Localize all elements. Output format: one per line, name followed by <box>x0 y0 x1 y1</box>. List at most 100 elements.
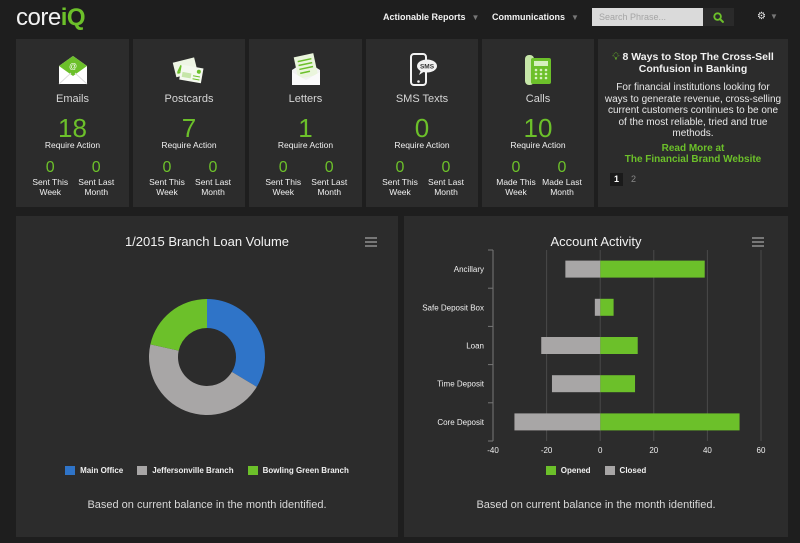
sent-last-month: 0 Sent Last Month <box>68 159 125 197</box>
card-letters[interactable]: Letters 1 Require Action 0 Sent This Week… <box>249 39 362 207</box>
sub-value: 0 <box>208 159 218 176</box>
legend-swatch <box>137 466 148 475</box>
sub-label: Sent Last Month <box>311 177 348 197</box>
telephone-icon <box>525 55 551 85</box>
bar-opened-core-deposit[interactable] <box>600 413 740 431</box>
legend-label: Main Office <box>80 466 124 475</box>
legend-jeffersonville-branch[interactable]: Jeffersonville Branch <box>137 466 234 475</box>
postcards-icon <box>172 57 204 84</box>
sub-value: 0 <box>557 159 567 176</box>
logo-core-text: core <box>16 4 61 31</box>
article-title-text: 8 Ways to Stop The Cross-Sell Confusion … <box>622 51 774 75</box>
y-category-label: Safe Deposit Box <box>422 303 484 312</box>
gear-icon: ⚙ <box>757 11 766 22</box>
chart-footnote: Based on current balance in the month id… <box>476 499 716 511</box>
chart-footnote: Based on current balance in the month id… <box>87 499 327 511</box>
read-more-link[interactable]: Read More at The Financial Brand Website <box>604 143 782 165</box>
legend-swatch <box>604 466 615 475</box>
page-1-button[interactable]: 1 <box>610 173 623 186</box>
page-2-button[interactable]: 2 <box>627 173 640 186</box>
top-bar: coreiQ Actionable Reports ▼ Communication… <box>0 0 800 36</box>
legend-label: Bowling Green Branch <box>262 466 349 475</box>
donut-slice-main-office[interactable] <box>207 299 265 387</box>
legend-closed[interactable]: Closed <box>604 466 647 475</box>
card-emails[interactable]: @ Emails 18 Require Action 0 Sent This We… <box>16 39 129 207</box>
legend-main-office[interactable]: Main Office <box>65 466 123 475</box>
caret-down-icon: ▼ <box>769 12 778 21</box>
sub-label: Sent Last Month <box>428 177 464 197</box>
card-label: Emails <box>55 93 89 105</box>
nav-communications[interactable]: Communications ▼ <box>492 12 579 22</box>
made-last-month: 0 Made Last Month <box>534 159 590 197</box>
search-button[interactable] <box>703 8 734 26</box>
x-tick-label: 20 <box>649 446 658 455</box>
bar-opened-time-deposit[interactable] <box>600 375 636 393</box>
read-more-line1: Read More at <box>661 143 725 154</box>
account-activity-panel: Account Activity -40 -20 0 20 40 60 Ancillary S… <box>404 216 788 537</box>
settings-menu[interactable]: ⚙ ▼ <box>757 11 778 22</box>
bar-opened-ancillary[interactable] <box>600 260 705 278</box>
svg-text:SMS: SMS <box>420 64 435 71</box>
nav-label: Actionable Reports <box>383 12 466 22</box>
require-action-label: Require Action <box>394 140 450 150</box>
article-card: 💡︎ 8 Ways to Stop The Cross-Sell Confusi… <box>598 39 788 207</box>
card-calls[interactable]: Calls 10 Require Action 0 Made This Week … <box>482 39 594 207</box>
legend-opened[interactable]: Opened <box>545 466 591 475</box>
bar-closed-safe-deposit-box[interactable] <box>594 298 601 316</box>
caret-down-icon: ▼ <box>471 13 480 22</box>
bar-closed-core-deposit[interactable] <box>514 413 601 431</box>
bar-closed-ancillary[interactable] <box>565 260 601 278</box>
card-postcards[interactable]: Postcards 7 Require Action 0 Sent This We… <box>133 39 245 207</box>
bar-legend: Opened Closed <box>404 466 788 475</box>
card-label: Letters <box>288 93 323 105</box>
require-action-label: Require Action <box>44 140 101 150</box>
sent-last-month: 0 Sent Last Month <box>301 159 358 197</box>
bar-chart: -40 -20 0 20 40 60 Ancillary Safe Deposit Box Lo… <box>422 249 766 455</box>
donut-legend: Main Office Jeffersonville Branch Bowlin… <box>16 466 398 475</box>
card-label: Calls <box>525 93 551 105</box>
y-category-label: Time Deposit <box>437 380 485 389</box>
email-envelope-icon: @ <box>58 56 87 85</box>
sent-last-month: 0 Sent Last Month <box>418 159 474 197</box>
card-label: Postcards <box>164 93 214 105</box>
legend-swatch <box>65 466 76 475</box>
legend-label: Closed <box>619 466 647 475</box>
read-more-line2: The Financial Brand Website <box>624 154 762 165</box>
card-label: SMS Texts <box>395 93 449 105</box>
article-pager: 1 2 <box>610 173 640 186</box>
legend-swatch <box>545 466 556 475</box>
x-tick-label: 60 <box>757 446 766 455</box>
article-body: For financial institutions looking for w… <box>604 82 782 139</box>
svg-text:@: @ <box>68 62 76 71</box>
sub-value: 0 <box>324 159 334 176</box>
lightbulb-icon: 💡︎ <box>612 51 620 63</box>
require-action-label: Require Action <box>161 140 217 150</box>
search-input[interactable] <box>592 8 703 26</box>
donut-chart <box>149 299 265 415</box>
require-action-label: Require Action <box>277 140 334 150</box>
letter-icon <box>291 53 320 85</box>
bar-closed-time-deposit[interactable] <box>551 375 601 393</box>
article-title: 💡︎ 8 Ways to Stop The Cross-Sell Confusi… <box>604 51 782 75</box>
require-action-label: Require Action <box>510 140 566 150</box>
sub-label: Sent Last Month <box>78 177 115 197</box>
caret-down-icon: ▼ <box>571 13 579 22</box>
bar-opened-loan[interactable] <box>600 337 638 354</box>
nav-label: Communications <box>492 12 566 22</box>
bar-opened-safe-deposit-box[interactable] <box>600 298 614 316</box>
coreiq-logo[interactable]: coreiQ <box>16 4 86 32</box>
sub-value: 0 <box>441 159 451 176</box>
x-tick-label: -40 <box>487 446 499 455</box>
nav-actionable-reports[interactable]: Actionable Reports ▼ <box>383 12 479 22</box>
donut-slice-bowling-green-branch[interactable] <box>150 299 207 351</box>
x-tick-label: -20 <box>541 446 553 455</box>
logo-iq-text: iQ <box>60 4 86 31</box>
legend-label: Jeffersonville Branch <box>152 466 234 475</box>
y-category-label: Core Deposit <box>437 418 484 427</box>
card-sms-texts[interactable]: SMS SMS Texts 0 Require Action 0 Sent Thi… <box>366 39 478 207</box>
sub-label: Sent Last Month <box>195 177 231 197</box>
legend-label: Opened <box>560 466 591 475</box>
y-category-label: Ancillary <box>454 265 484 274</box>
legend-bowling-green-branch[interactable]: Bowling Green Branch <box>247 466 349 475</box>
bar-closed-loan[interactable] <box>541 337 601 354</box>
